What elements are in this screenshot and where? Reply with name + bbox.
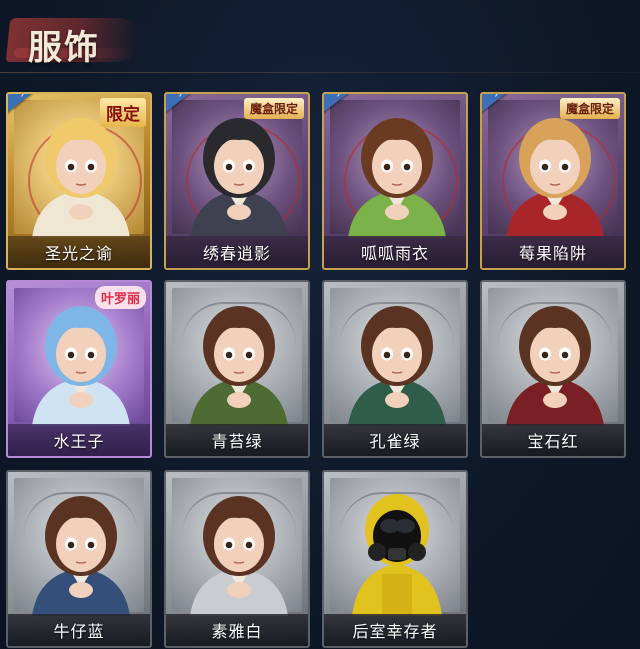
card-portrait-frame — [14, 478, 144, 616]
costume-card[interactable]: 叶罗丽水王子 — [6, 280, 152, 458]
costume-card[interactable]: 穿戴魔盒限定绣春逍影 — [164, 92, 310, 270]
hazmat-survivor-portrait — [352, 494, 442, 616]
character-portrait — [190, 496, 288, 616]
card-portrait-frame — [172, 100, 302, 238]
card-portrait-frame — [172, 288, 302, 426]
card-portrait-frame — [488, 100, 618, 238]
costume-card[interactable]: 后室幸存者 — [322, 470, 468, 648]
header: 服饰 — [0, 0, 640, 78]
card-name-bar: 牛仔蓝 — [8, 614, 150, 646]
costume-name: 牛仔蓝 — [53, 622, 105, 641]
character-portrait — [506, 118, 604, 238]
box-tag: 魔盒限定 — [243, 98, 304, 119]
character-portrait — [190, 306, 288, 426]
card-portrait-frame — [330, 288, 460, 426]
character-portrait — [506, 306, 604, 426]
lolita-tag: 叶罗丽 — [94, 286, 146, 309]
costume-name: 绣春逍影 — [202, 244, 271, 263]
costume-card[interactable]: 穿戴限定圣光之谕 — [6, 92, 152, 270]
card-name-bar: 绣春逍影 — [166, 236, 308, 268]
box-tag: 魔盒限定 — [559, 98, 620, 119]
costume-page: 服饰 穿戴限定圣光之谕穿戴魔盒限定绣春逍影穿戴呱呱雨衣穿戴魔盒限定莓果陷阱叶罗丽… — [0, 0, 640, 649]
header-divider — [0, 72, 640, 73]
page-title: 服饰 — [28, 28, 100, 68]
costume-card[interactable]: 孔雀绿 — [322, 280, 468, 458]
card-portrait-frame — [172, 478, 302, 616]
card-name-bar: 圣光之谕 — [8, 236, 150, 268]
card-name-bar: 宝石红 — [482, 424, 624, 456]
costume-card[interactable]: 牛仔蓝 — [6, 470, 152, 648]
costume-card[interactable]: 青苔绿 — [164, 280, 310, 458]
card-name-bar: 孔雀绿 — [324, 424, 466, 456]
character-portrait — [348, 306, 446, 426]
card-portrait-frame — [330, 478, 460, 616]
card-portrait-frame — [330, 100, 460, 238]
costume-card[interactable]: 穿戴魔盒限定莓果陷阱 — [480, 92, 626, 270]
costume-name: 宝石红 — [527, 432, 579, 451]
costume-name: 孔雀绿 — [369, 432, 421, 451]
costume-name: 呱呱雨衣 — [360, 244, 429, 263]
costume-card[interactable]: 穿戴呱呱雨衣 — [322, 92, 468, 270]
costume-name: 素雅白 — [211, 622, 263, 641]
card-name-bar: 莓果陷阱 — [482, 236, 624, 268]
costume-name: 莓果陷阱 — [518, 244, 587, 263]
character-portrait — [32, 496, 130, 616]
card-name-bar: 水王子 — [8, 424, 150, 456]
costume-name: 青苔绿 — [211, 432, 263, 451]
costume-card[interactable]: 宝石红 — [480, 280, 626, 458]
costume-name: 水王子 — [53, 432, 105, 451]
character-portrait — [190, 118, 288, 238]
costume-name: 后室幸存者 — [352, 622, 438, 641]
card-portrait-frame — [488, 288, 618, 426]
limited-tag: 限定 — [100, 98, 146, 127]
card-name-bar: 青苔绿 — [166, 424, 308, 456]
character-portrait — [348, 118, 446, 238]
card-name-bar: 后室幸存者 — [324, 614, 466, 646]
card-name-bar: 呱呱雨衣 — [324, 236, 466, 268]
costume-name: 圣光之谕 — [44, 244, 113, 263]
card-name-bar: 素雅白 — [166, 614, 308, 646]
costume-card[interactable]: 素雅白 — [164, 470, 310, 648]
